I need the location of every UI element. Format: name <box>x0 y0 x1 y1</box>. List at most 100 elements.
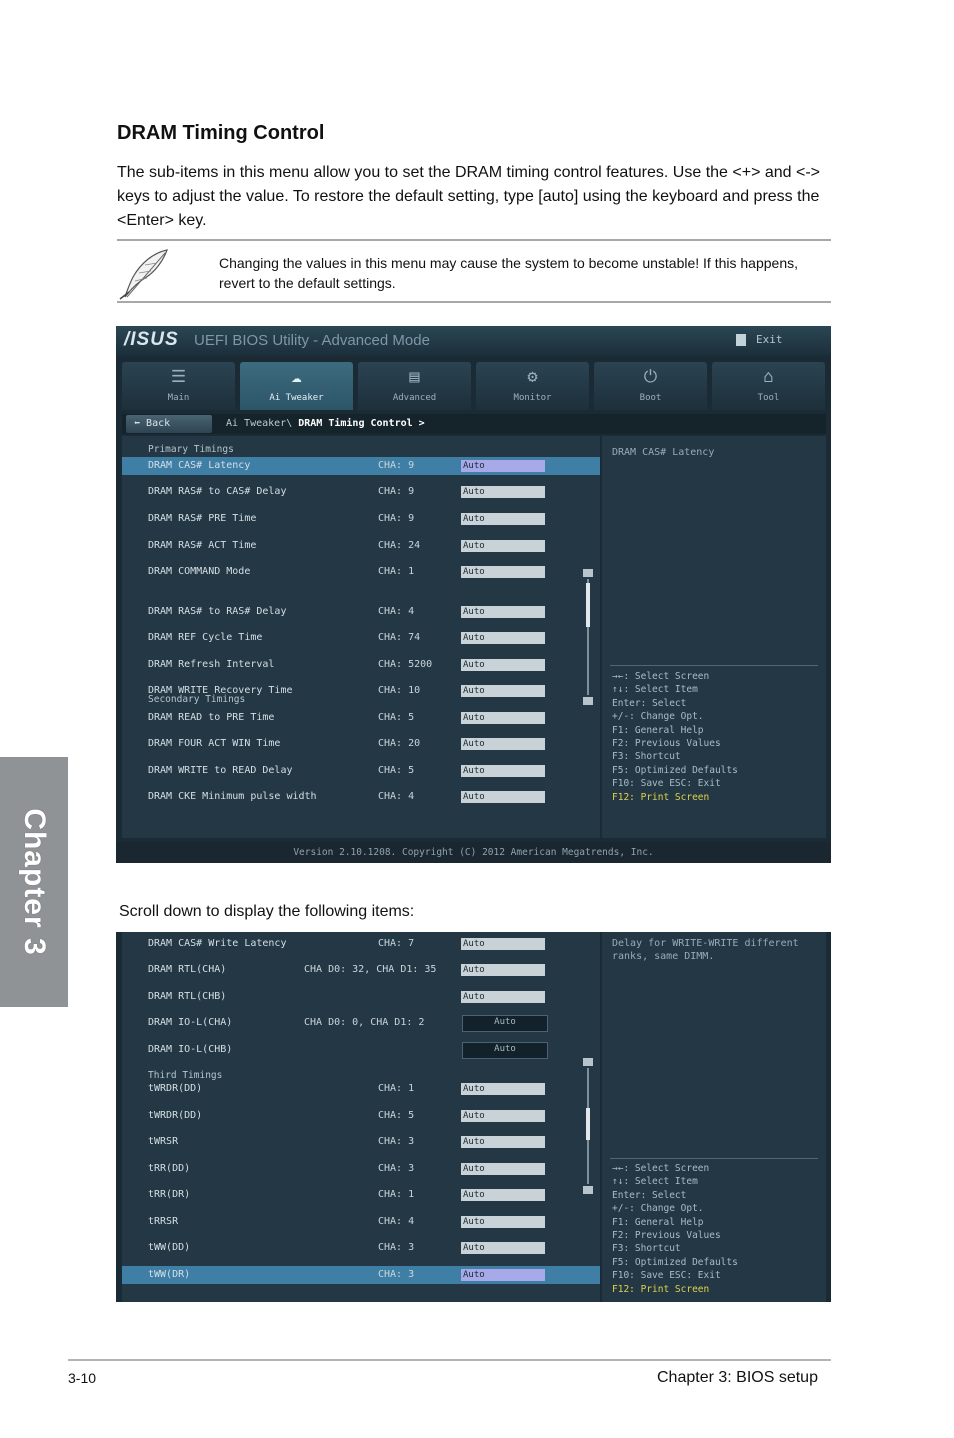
tool-icon: ⌂ <box>763 367 774 387</box>
setting-row[interactable]: DRAM CKE Minimum pulse width CHA: 4 Auto <box>122 788 600 806</box>
setting-value-field[interactable]: Auto <box>461 938 545 950</box>
setting-value-field[interactable]: Auto <box>461 1110 545 1122</box>
setting-value-field[interactable]: Auto <box>461 540 545 552</box>
setting-value-field[interactable]: Auto <box>461 1242 545 1254</box>
setting-row[interactable]: tRR(DR) CHA: 1 Auto <box>122 1186 600 1204</box>
key-legend: →←: Select Screen ↑↓: Select Item Enter:… <box>612 670 822 804</box>
setting-value-field[interactable]: Auto <box>461 606 545 618</box>
setting-value-field[interactable]: Auto <box>461 1163 545 1175</box>
setting-row[interactable]: tWW(DD) CHA: 3 Auto <box>122 1239 600 1257</box>
setting-row[interactable]: tRR(DD) CHA: 3 Auto <box>122 1160 600 1178</box>
setting-row[interactable]: DRAM REF Cycle Time CHA: 74 Auto <box>122 629 600 647</box>
setting-value-field[interactable]: Auto <box>462 1042 548 1059</box>
key-hint: +/-: Change Opt. <box>612 711 704 723</box>
tab-main[interactable]: ☰ Main <box>122 362 235 410</box>
tab-label: Advanced <box>392 393 437 403</box>
key-hint: ↑↓: Select Item <box>612 684 698 696</box>
current-value: CHA D0: 32, CHA D1: 35 <box>304 964 437 975</box>
setting-value-field[interactable]: Auto <box>461 738 545 750</box>
setting-row[interactable]: DRAM RTL(CHB) Auto <box>122 988 600 1006</box>
chapter-tab-label: Chapter 3 <box>18 808 51 956</box>
key-hint: F10: Save ESC: Exit <box>612 1270 721 1282</box>
setting-label: tRR(DD) <box>148 1163 191 1174</box>
current-value: CHA: 7 <box>378 938 415 949</box>
setting-row[interactable]: DRAM CAS# Latency CHA: 9 Auto <box>122 457 600 475</box>
tab-label: Tool <box>757 393 780 403</box>
key-hint: →←: Select Screen <box>612 671 710 682</box>
setting-row[interactable]: DRAM RAS# PRE Time CHA: 9 Auto <box>122 510 600 528</box>
setting-row[interactable]: DRAM IO-L(CHA) CHA D0: 0, CHA D1: 2 Auto <box>122 1014 600 1032</box>
setting-row[interactable]: tWRDR(DD) CHA: 5 Auto <box>122 1107 600 1125</box>
tab-boot[interactable]: ⏻ Boot <box>594 362 707 410</box>
setting-value-field[interactable]: Auto <box>461 765 545 777</box>
setting-row[interactable]: DRAM Refresh Interval CHA: 5200 Auto <box>122 656 600 674</box>
tab-ai-tweaker[interactable]: ☁ Ai Tweaker <box>240 362 353 410</box>
setting-value-field[interactable]: Auto <box>461 1189 545 1201</box>
setting-row[interactable]: DRAM RAS# to CAS# Delay CHA: 9 Auto <box>122 483 600 501</box>
scroll-up-arrow[interactable] <box>583 1058 593 1066</box>
setting-row[interactable]: DRAM RAS# to RAS# Delay CHA: 4 Auto <box>122 603 600 621</box>
setting-row[interactable]: tWRDR(DD) CHA: 1 Auto <box>122 1080 600 1098</box>
bios-title: UEFI BIOS Utility - Advanced Mode <box>194 332 430 349</box>
chapter-tab: Chapter 3 <box>0 757 68 1007</box>
setting-row[interactable]: DRAM CAS# Write Latency CHA: 7 Auto <box>122 935 600 953</box>
tab-tool[interactable]: ⌂ Tool <box>712 362 825 410</box>
back-label: Back <box>146 418 171 429</box>
setting-row[interactable]: DRAM COMMAND Mode CHA: 1 Auto <box>122 563 600 581</box>
breadcrumb-current: DRAM Timing Control > <box>298 418 425 429</box>
setting-value-field[interactable]: Auto <box>461 685 545 697</box>
current-value: CHA: 5 <box>378 712 415 723</box>
exit-label: Exit <box>756 333 783 346</box>
setting-value-field[interactable]: Auto <box>461 791 545 803</box>
key-hint-print-screen: F12: Print Screen <box>612 1283 710 1295</box>
key-hint: F3: Shortcut <box>612 751 681 763</box>
setting-value-field[interactable]: Auto <box>461 486 545 498</box>
setting-value-field[interactable]: Auto <box>461 712 545 724</box>
setting-value-field[interactable]: Auto <box>461 632 545 644</box>
ai-tweaker-icon: ☁ <box>291 367 302 387</box>
setting-row[interactable]: tWRSR CHA: 3 Auto <box>122 1133 600 1151</box>
setting-label: tWRSR <box>148 1136 179 1147</box>
tab-advanced[interactable]: ▤ Advanced <box>358 362 471 410</box>
setting-value-field[interactable]: Auto <box>461 991 545 1003</box>
setting-row[interactable]: tRRSR CHA: 4 Auto <box>122 1213 600 1231</box>
back-button[interactable]: ⬅ Back <box>126 415 212 433</box>
setting-value-field[interactable]: Auto <box>461 1269 545 1281</box>
note-text: Changing the values in this menu may cau… <box>219 255 798 291</box>
setting-label: tWW(DD) <box>148 1242 191 1253</box>
settings-list-scrolled: Third Timings DRAM CAS# Write Latency CHA… <box>122 932 600 1302</box>
setting-value-field[interactable]: Auto <box>462 1015 548 1032</box>
current-value: CHA: 5 <box>378 765 415 776</box>
help-panel: DRAM CAS# Latency →←: Select Screen ↑↓: … <box>602 436 826 838</box>
setting-row[interactable]: DRAM RTL(CHA) CHA D0: 32, CHA D1: 35 Auto <box>122 961 600 979</box>
setting-row[interactable]: DRAM RAS# ACT Time CHA: 24 Auto <box>122 537 600 555</box>
setting-label: tWRDR(DD) <box>148 1083 203 1094</box>
setting-row[interactable]: tWW(DR) CHA: 3 Auto <box>122 1266 600 1284</box>
setting-value-field[interactable]: Auto <box>461 1216 545 1228</box>
asus-logo: /ISUS <box>124 329 179 350</box>
setting-row[interactable]: DRAM READ to PRE Time CHA: 5 Auto <box>122 709 600 727</box>
setting-label: tWW(DR) <box>148 1269 191 1280</box>
exit-button[interactable]: Exit <box>736 330 816 350</box>
current-value: CHA: 24 <box>378 540 421 551</box>
setting-value-field[interactable]: Auto <box>461 659 545 671</box>
key-hint: ↑↓: Select Item <box>612 1176 698 1188</box>
setting-row[interactable]: DRAM IO-L(CHB) Auto <box>122 1041 600 1059</box>
intro-paragraph: The sub-items in this menu allow you to … <box>117 164 821 229</box>
current-value: CHA: 4 <box>378 606 415 617</box>
setting-value-field[interactable]: Auto <box>461 1136 545 1148</box>
setting-value-field[interactable]: Auto <box>461 513 545 525</box>
bios-title-bar: /ISUS UEFI BIOS Utility - Advanced Mode … <box>116 326 831 356</box>
key-hint: Enter: Select <box>612 697 687 709</box>
tab-monitor[interactable]: ⚙ Monitor <box>476 362 589 410</box>
setting-row[interactable]: DRAM FOUR ACT WIN Time CHA: 20 Auto <box>122 735 600 753</box>
setting-value-field[interactable]: Auto <box>461 964 545 976</box>
scroll-caption: Scroll down to display the following ite… <box>119 903 415 920</box>
current-value: CHA: 9 <box>378 513 415 524</box>
tab-label: Monitor <box>513 393 552 403</box>
setting-value-field[interactable]: Auto <box>461 460 545 472</box>
setting-value-field[interactable]: Auto <box>461 1083 545 1095</box>
setting-row[interactable]: DRAM WRITE to READ Delay CHA: 5 Auto <box>122 762 600 780</box>
setting-row[interactable]: DRAM WRITE Recovery Time CHA: 10 Auto <box>122 682 600 700</box>
setting-value-field[interactable]: Auto <box>461 566 545 578</box>
